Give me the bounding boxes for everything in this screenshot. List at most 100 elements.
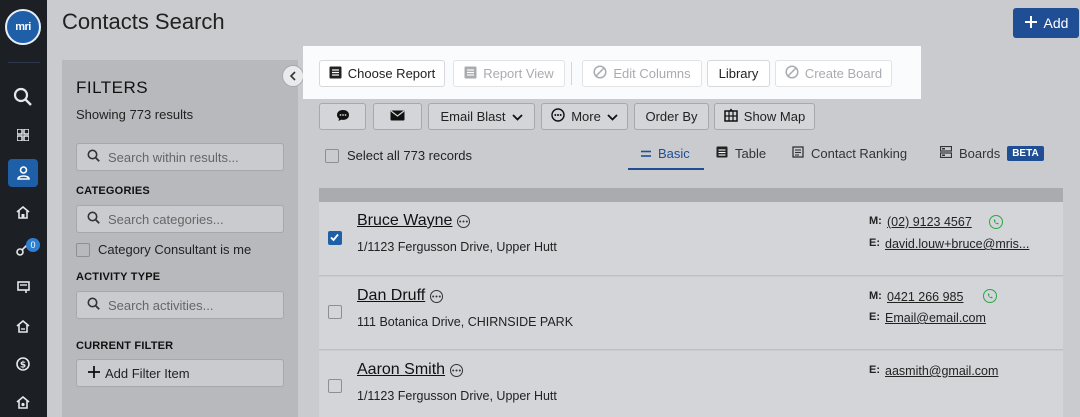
chevron-down-icon (607, 109, 618, 124)
contact-name[interactable]: Bruce Wayne (357, 212, 452, 230)
mobile-label: M: (869, 215, 882, 227)
consultant-checkbox[interactable] (76, 242, 90, 257)
email-button[interactable] (373, 103, 422, 130)
report-toolbar: Choose Report Report View Edit Columns L… (303, 46, 921, 99)
more-dots-icon (551, 108, 565, 125)
library-label: Library (718, 66, 759, 81)
tab-basic-label: Basic (658, 146, 690, 161)
map-icon (724, 108, 738, 125)
tab-contact-ranking[interactable]: Contact Ranking (792, 146, 907, 161)
app-logo[interactable]: mri (5, 9, 41, 45)
search-icon (87, 211, 100, 227)
contact-address: 1/1123 Fergusson Drive, Upper Hutt (357, 389, 557, 403)
beta-badge: BETA (1007, 146, 1044, 161)
row-checkbox[interactable] (328, 231, 342, 245)
plus-icon (1024, 15, 1038, 32)
tab-boards[interactable]: Boards BETA (939, 145, 1044, 161)
add-filter-button[interactable]: Add Filter Item (76, 359, 284, 387)
row-checkbox[interactable] (328, 379, 342, 393)
nav-rail: mri 0 $ (0, 0, 47, 417)
order-by-button[interactable]: Order By (634, 103, 709, 130)
contact-row[interactable]: Aaron Smith 1/1123 Fergusson Drive, Uppe… (319, 351, 1063, 417)
svg-text:$: $ (20, 361, 26, 371)
search-icon (87, 297, 100, 313)
home-icon[interactable] (8, 198, 38, 226)
page-title: Contacts Search (62, 9, 225, 34)
property-icon[interactable] (8, 312, 38, 340)
search-placeholder: Search within results... (108, 149, 239, 165)
contact-name-link[interactable]: Bruce Wayne (357, 212, 471, 230)
categories-label: CATEGORIES (76, 185, 150, 197)
whatsapp-icon[interactable] (989, 215, 1003, 229)
tab-contact-ranking-label: Contact Ranking (811, 146, 908, 161)
more-options-icon[interactable] (457, 214, 471, 228)
show-map-label: Show Map (743, 109, 806, 124)
contact-name[interactable]: Aaron Smith (357, 361, 445, 379)
add-label: Add (1043, 15, 1069, 31)
email-label: E: (869, 237, 880, 249)
search-activities-input[interactable]: Search activities... (76, 291, 284, 319)
email-link[interactable]: aasmith@gmail.com (885, 364, 998, 378)
list-icon[interactable] (8, 273, 38, 301)
mobile-link[interactable]: 0421 266 985 (887, 290, 963, 304)
activity-type-label: ACTIVITY TYPE (76, 271, 161, 283)
whatsapp-icon[interactable] (983, 289, 997, 303)
rail-divider (8, 62, 40, 63)
disabled-icon (785, 65, 799, 82)
add-button[interactable]: Add (1013, 8, 1079, 38)
email-blast-dropdown[interactable]: Email Blast (428, 103, 535, 130)
create-board-label: Create Board (804, 66, 883, 81)
search-categories-input[interactable]: Search categories... (76, 205, 284, 233)
mobile-link[interactable]: (02) 9123 4567 (887, 215, 972, 229)
contact-row[interactable]: Bruce Wayne 1/1123 Fergusson Drive, Uppe… (319, 202, 1063, 276)
report-view-label: Report View (483, 66, 554, 81)
contact-row[interactable]: Dan Druff 111 Botanica Drive, CHIRNSIDE … (319, 277, 1063, 350)
plus-icon (87, 365, 101, 382)
tab-basic[interactable]: Basic (641, 146, 690, 161)
dollar-icon[interactable]: $ (8, 350, 38, 378)
report-view-button[interactable]: Report View (453, 60, 565, 87)
more-dropdown[interactable]: More (541, 103, 628, 130)
chevron-down-icon (511, 109, 523, 124)
filter-panel: FILTERS Showing 773 results Search withi… (62, 60, 298, 417)
select-all-row[interactable]: Select all 773 records (325, 148, 472, 163)
results-count: Showing 773 results (76, 107, 194, 122)
select-all-label: Select all 773 records (347, 148, 473, 163)
dashboard-icon[interactable] (8, 121, 38, 149)
create-board-button[interactable]: Create Board (775, 60, 892, 87)
contact-name[interactable]: Dan Druff (357, 287, 425, 305)
disabled-icon (593, 65, 607, 82)
categories-placeholder: Search categories... (108, 211, 224, 227)
more-options-icon[interactable] (450, 363, 464, 377)
sms-button[interactable] (319, 103, 366, 130)
tab-table-label: Table (735, 146, 767, 161)
consultant-checkbox-row[interactable]: Category Consultant is me (76, 242, 251, 257)
edit-columns-button[interactable]: Edit Columns (582, 60, 702, 87)
search-within-results-input[interactable]: Search within results... (76, 143, 284, 171)
show-map-button[interactable]: Show Map (714, 103, 815, 130)
contact-name-link[interactable]: Dan Druff (357, 287, 444, 305)
row-checkbox[interactable] (328, 305, 342, 319)
activities-placeholder: Search activities... (108, 297, 214, 313)
chat-bubble-icon (336, 109, 350, 125)
document-icon (792, 146, 804, 161)
results-list-header (319, 188, 1063, 202)
tab-table[interactable]: Table (716, 146, 766, 161)
report-icon (329, 66, 342, 82)
email-link[interactable]: Email@email.com (885, 311, 986, 325)
offers-icon[interactable] (8, 388, 38, 416)
contact-name-link[interactable]: Aaron Smith (357, 361, 464, 379)
search-icon[interactable] (8, 83, 38, 111)
more-options-icon[interactable] (430, 289, 444, 303)
collapse-filters-button[interactable] (282, 65, 304, 87)
select-all-checkbox[interactable] (325, 148, 339, 163)
active-tab-indicator (628, 168, 704, 170)
more-label: More (571, 109, 601, 124)
add-filter-label: Add Filter Item (105, 365, 190, 381)
library-button[interactable]: Library (707, 60, 770, 87)
toolbar-separator (571, 62, 572, 85)
email-link[interactable]: david.louw+bruce@mris... (885, 237, 1029, 251)
contacts-icon[interactable] (8, 159, 38, 187)
choose-report-button[interactable]: Choose Report (319, 60, 445, 87)
boards-icon (939, 145, 953, 161)
